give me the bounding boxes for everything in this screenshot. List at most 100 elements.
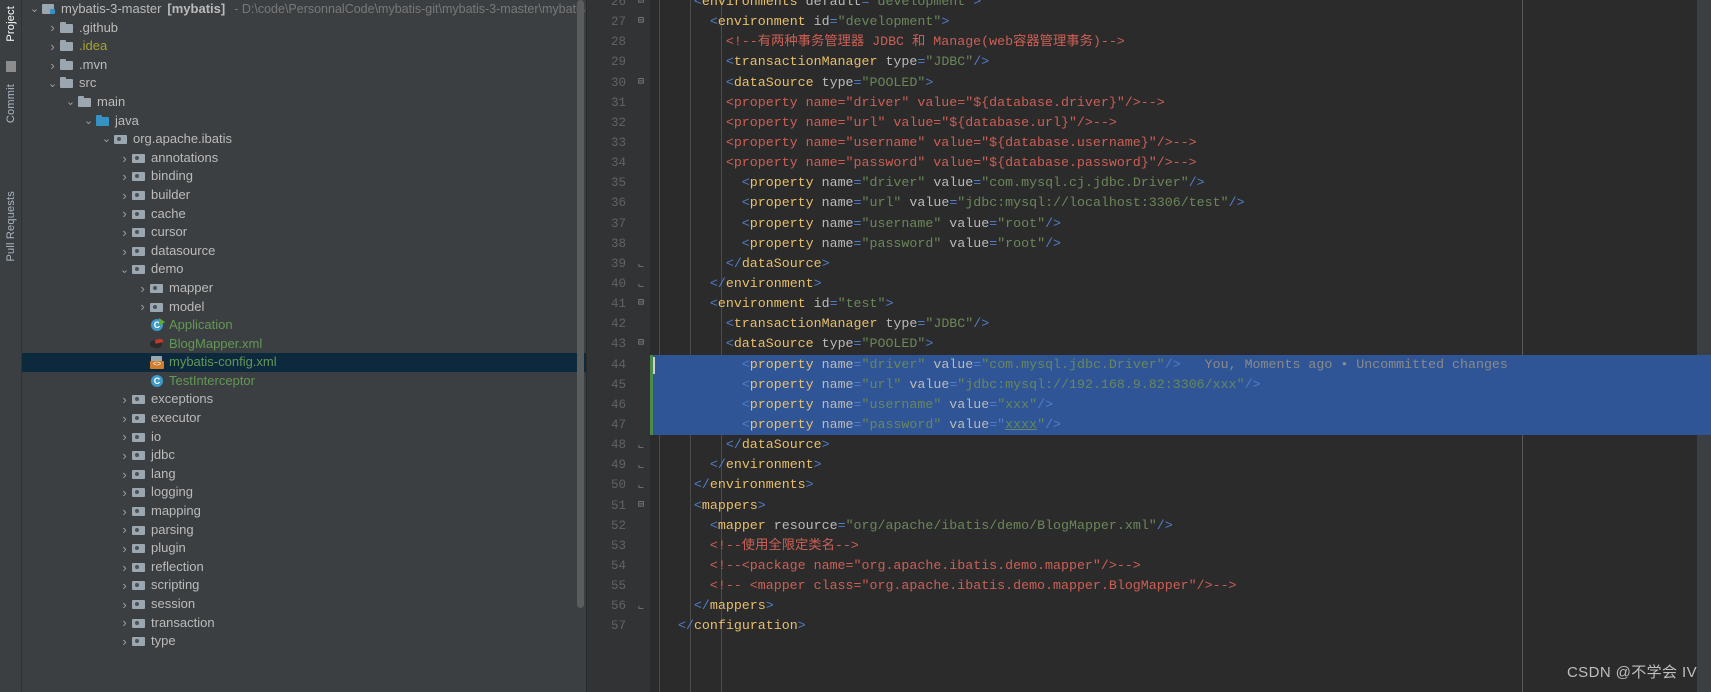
fold-end-icon[interactable]: ⌐	[632, 253, 650, 274]
chevron-right-icon[interactable]: ›	[118, 484, 131, 501]
tree-item-io[interactable]: › io	[22, 428, 586, 447]
chevron-right-icon[interactable]: ›	[136, 298, 149, 315]
fold-end-icon[interactable]: ⌐	[632, 596, 650, 617]
tree-item-model[interactable]: › model	[22, 298, 586, 317]
tool-tab-project[interactable]: Project	[5, 0, 17, 48]
tree-item-transaction[interactable]: › transaction	[22, 614, 586, 633]
code-line[interactable]: 56 ⌐ </mappers>	[587, 596, 1711, 617]
chevron-right-icon[interactable]: ›	[118, 243, 131, 260]
tree-item-mapper[interactable]: › mapper	[22, 279, 586, 298]
code-line[interactable]: 39 ⌐ </dataSource>	[587, 253, 1711, 274]
code-line[interactable]: 44 <property name="driver" value="com.my…	[587, 354, 1711, 375]
chevron-right-icon[interactable]: ›	[46, 19, 59, 36]
code-line[interactable]: 36 <property name="url" value="jdbc:mysq…	[587, 193, 1711, 214]
chevron-right-icon[interactable]: ›	[118, 205, 131, 222]
code-line[interactable]: 43 ⊟ <dataSource type="POOLED">	[587, 334, 1711, 355]
chevron-right-icon[interactable]: ›	[46, 38, 59, 55]
project-tree-scrollbar[interactable]	[577, 0, 584, 608]
tree-item-parsing[interactable]: › parsing	[22, 521, 586, 540]
tree-item-idea[interactable]: › .idea	[22, 37, 586, 56]
code-line[interactable]: 41 ⊟ <environment id="test">	[587, 294, 1711, 315]
code-line[interactable]: 45 <property name="url" value="jdbc:mysq…	[587, 374, 1711, 395]
chevron-right-icon[interactable]: ›	[118, 540, 131, 557]
chevron-right-icon[interactable]: ›	[118, 224, 131, 241]
chevron-right-icon[interactable]: ›	[118, 150, 131, 167]
code-line[interactable]: 47 <property name="password" value="xxxx…	[587, 414, 1711, 436]
project-tree[interactable]: ⌄ mybatis-3-master [mybatis] - D:\code\Pers…	[22, 0, 586, 651]
chevron-down-icon[interactable]: ⌄	[28, 2, 41, 16]
tree-item-application[interactable]: Application	[22, 316, 586, 335]
code-line[interactable]: 34 <property name="password" value="${da…	[587, 153, 1711, 174]
code-line[interactable]: 46 <property name="username" value="xxx"…	[587, 394, 1711, 415]
code-line[interactable]: 40 ⌐ </environment>	[587, 273, 1711, 295]
chevron-right-icon[interactable]: ›	[118, 559, 131, 576]
tree-item-demo[interactable]: ⌄ demo	[22, 260, 586, 279]
code-line[interactable]: 51 ⊟ <mappers>	[587, 495, 1711, 516]
chevron-right-icon[interactable]: ›	[118, 521, 131, 538]
tree-item-annotations[interactable]: › annotations	[22, 149, 586, 168]
editor-error-stripe[interactable]	[1697, 0, 1711, 692]
code-line[interactable]: 38 <property name="password" value="root…	[587, 233, 1711, 254]
chevron-right-icon[interactable]: ›	[118, 187, 131, 204]
code-lines[interactable]: 26 ⊟ <environments default="development">…	[587, 0, 1711, 684]
chevron-right-icon[interactable]: ›	[118, 391, 131, 408]
fold-collapse-icon[interactable]: ⊟	[632, 72, 650, 93]
tree-item-main[interactable]: ⌄ main	[22, 93, 586, 112]
chevron-down-icon[interactable]: ⌄	[118, 263, 131, 277]
fold-collapse-icon[interactable]: ⊟	[632, 334, 650, 355]
tree-item-cache[interactable]: › cache	[22, 205, 586, 224]
code-line[interactable]: 30 ⊟ <dataSource type="POOLED">	[587, 72, 1711, 93]
code-line[interactable]: 50 ⌐ </environments>	[587, 475, 1711, 496]
fold-collapse-icon[interactable]: ⊟	[632, 495, 650, 516]
code-line[interactable]: 37 <property name="username" value="root…	[587, 213, 1711, 234]
tree-item-reflection[interactable]: › reflection	[22, 558, 586, 577]
chevron-down-icon[interactable]: ⌄	[82, 114, 95, 128]
tree-item-lang[interactable]: › lang	[22, 465, 586, 484]
chevron-right-icon[interactable]: ›	[118, 410, 131, 427]
tree-item-mvn[interactable]: › .mvn	[22, 56, 586, 75]
code-line[interactable]: 52 <mapper resource="org/apache/ibatis/d…	[587, 515, 1711, 536]
tree-item-blogmapper-xml[interactable]: BlogMapper.xml	[22, 335, 586, 354]
fold-end-icon[interactable]: ⌐	[632, 435, 650, 456]
tree-item-datasource[interactable]: › datasource	[22, 242, 586, 261]
chevron-right-icon[interactable]: ›	[118, 614, 131, 631]
chevron-right-icon[interactable]: ›	[118, 577, 131, 594]
chevron-right-icon[interactable]: ›	[136, 280, 149, 297]
code-line[interactable]: 31 <property name="driver" value="${data…	[587, 92, 1711, 113]
tool-tab-pull-requests[interactable]: Pull Requests	[5, 185, 17, 267]
tree-item-cursor[interactable]: › cursor	[22, 223, 586, 242]
tree-item-type[interactable]: › type	[22, 632, 586, 651]
code-line[interactable]: 32 <property name="url" value="${databas…	[587, 112, 1711, 133]
tree-item-github[interactable]: › .github	[22, 19, 586, 38]
chevron-right-icon[interactable]: ›	[118, 428, 131, 445]
fold-collapse-icon[interactable]: ⊟	[632, 294, 650, 315]
code-line[interactable]: 57 </configuration>	[587, 616, 1711, 637]
fold-end-icon[interactable]: ⌐	[632, 455, 650, 476]
chevron-right-icon[interactable]: ›	[118, 633, 131, 650]
tree-item-mybatis-config-xml[interactable]: mybatis-config.xml	[22, 353, 586, 372]
tree-item-session[interactable]: › session	[22, 595, 586, 614]
tree-item-mybatis-3-master[interactable]: ⌄ mybatis-3-master [mybatis] - D:\code\Pers…	[22, 0, 586, 19]
chevron-down-icon[interactable]: ⌄	[64, 95, 77, 109]
tree-item-java[interactable]: ⌄ java	[22, 112, 586, 131]
chevron-down-icon[interactable]: ⌄	[100, 132, 113, 146]
code-line[interactable]: 54 <!--<package name="org.apache.ibatis.…	[587, 555, 1711, 577]
tree-item-org-apache-ibatis[interactable]: ⌄ org.apache.ibatis	[22, 130, 586, 149]
tree-item-executor[interactable]: › executor	[22, 409, 586, 428]
tree-item-mapping[interactable]: › mapping	[22, 502, 586, 521]
tree-item-logging[interactable]: › logging	[22, 483, 586, 502]
code-line[interactable]: 26 ⊟ <environments default="development">	[587, 0, 1711, 13]
fold-collapse-icon[interactable]: ⊟	[632, 0, 650, 13]
tree-item-builder[interactable]: › builder	[22, 186, 586, 205]
code-line[interactable]: 55 <!-- <mapper class="org.apache.ibatis…	[587, 576, 1711, 597]
code-line[interactable]: 53 <!--使用全限定类名-->	[587, 535, 1711, 556]
chevron-down-icon[interactable]: ⌄	[46, 77, 59, 91]
code-line[interactable]: 33 <property name="username" value="${da…	[587, 132, 1711, 154]
code-line[interactable]: 28 <!--有两种事务管理器 JDBC 和 Manage(web容器管理事务)…	[587, 32, 1711, 53]
code-line[interactable]: 49 ⌐ </environment>	[587, 455, 1711, 476]
chevron-right-icon[interactable]: ›	[118, 466, 131, 483]
chevron-right-icon[interactable]: ›	[46, 57, 59, 74]
chevron-right-icon[interactable]: ›	[118, 596, 131, 613]
project-tool-window[interactable]: ⌄ mybatis-3-master [mybatis] - D:\code\Pers…	[22, 0, 587, 692]
code-line[interactable]: 35 <property name="driver" value="com.my…	[587, 173, 1711, 194]
